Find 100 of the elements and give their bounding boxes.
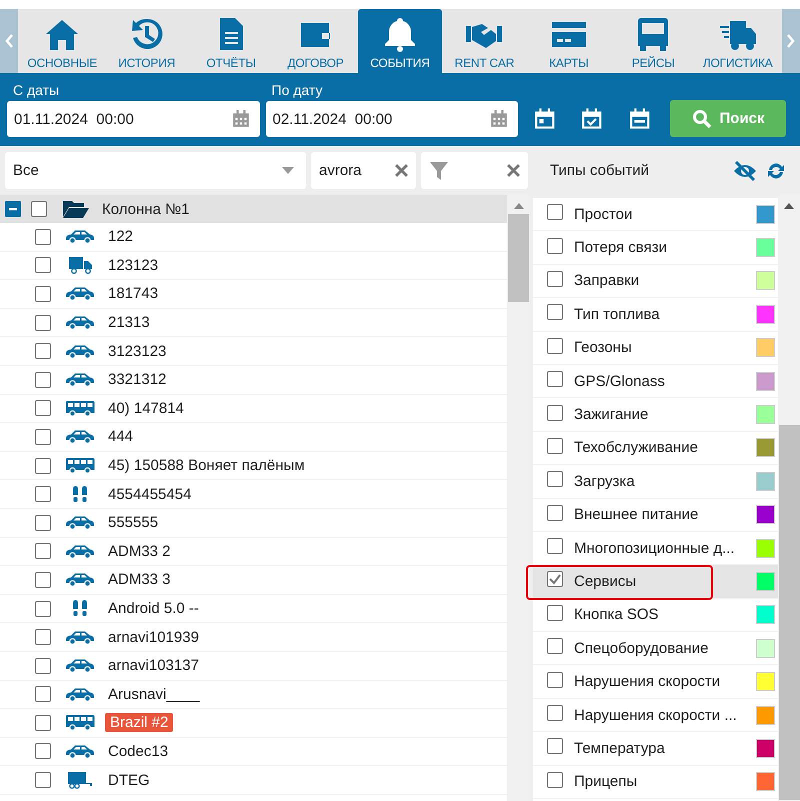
date-field[interactable]: 02.11.2024 00:00 [266,101,518,137]
checkbox[interactable] [547,705,563,722]
checkbox[interactable] [547,504,563,521]
checkbox[interactable] [35,600,51,617]
scrollbar-thumb[interactable] [778,425,800,800]
checkbox[interactable] [547,638,563,654]
checkbox[interactable] [35,658,51,674]
color-swatch[interactable] [756,304,775,324]
checkbox[interactable] [547,571,563,588]
vehicle-label[interactable]: arnavi103137 [108,657,199,674]
vehicle-label[interactable]: arnavi101939 [108,628,199,646]
checkbox[interactable] [35,400,51,416]
checkbox[interactable] [35,372,51,388]
color-swatch[interactable] [756,271,775,290]
color-swatch[interactable] [756,572,775,591]
vehicle-label[interactable]: 444 [108,428,134,446]
checkbox[interactable] [35,343,51,360]
calendar-day-icon[interactable] [534,108,556,130]
checkbox[interactable] [35,514,51,531]
checkbox[interactable] [35,257,51,274]
checkbox[interactable] [547,471,563,488]
checkbox[interactable] [35,428,51,445]
nav-tab[interactable]: ИСТОРИЯ [104,9,189,73]
vehicle-label[interactable]: ADM33 2 [108,542,171,560]
color-swatch[interactable] [756,338,775,358]
color-swatch[interactable] [756,672,775,692]
vehicle-label[interactable]: 555555 [108,514,158,532]
hidden-eye-icon[interactable] [733,160,757,180]
checkbox[interactable] [35,286,51,302]
checkbox[interactable] [547,238,563,254]
checkbox[interactable] [35,543,51,560]
nav-tab[interactable]: ОТЧЁТЫ [188,9,274,73]
color-swatch[interactable] [756,738,775,758]
checkbox[interactable] [35,486,51,502]
vehicle-label[interactable]: 123123 [108,256,158,274]
date-field[interactable]: 01.11.2024 00:00 [7,101,260,137]
checkbox[interactable] [547,371,563,388]
calendar-check-icon[interactable] [581,108,603,130]
color-swatch[interactable] [756,372,775,391]
checkbox[interactable] [35,772,51,788]
checkbox[interactable] [547,604,563,621]
group-dropdown[interactable]: Все [5,152,306,189]
checkbox[interactable] [35,314,51,331]
checkbox[interactable] [35,714,51,731]
nav-tab[interactable]: СОБЫТИЯ [358,9,442,73]
nav-tab[interactable]: RENT CAR [442,9,527,73]
color-swatch[interactable] [756,538,775,558]
name-filter-field[interactable]: avrora [311,152,416,189]
vehicle-label[interactable]: Arusnavi____ [108,686,200,703]
scroll-up-icon[interactable] [514,203,524,209]
checkbox[interactable] [31,201,47,217]
nav-tab[interactable]: ДОГОВОР [273,9,358,73]
color-swatch[interactable] [756,638,775,658]
checkbox[interactable] [35,629,51,646]
color-swatch[interactable] [756,505,775,524]
nav-tab[interactable]: ОСНОВНЫЕ [20,9,104,73]
filter-field[interactable] [421,152,528,189]
checkbox[interactable] [35,458,51,474]
vehicle-label[interactable]: 3321312 [108,371,166,388]
color-swatch[interactable] [756,405,775,424]
checkbox[interactable] [547,270,563,287]
vehicle-label[interactable]: 45) 150588 Воняет палёным [108,457,305,474]
vehicle-label[interactable]: Android 5.0 -- [108,600,199,618]
checkbox[interactable] [547,772,563,788]
nav-tab[interactable]: ЛОГИСТИКА [696,9,780,73]
vehicle-label[interactable]: 21313 [108,314,150,332]
vehicle-label[interactable]: 40) 147814 [108,400,184,417]
nav-tab[interactable]: КАРТЫ [526,9,612,73]
checkbox[interactable] [35,228,51,245]
vehicle-label[interactable]: 4554455454 [108,486,192,503]
checkbox[interactable] [547,438,563,454]
vehicle-label[interactable]: 122 [108,228,134,246]
vehicle-label[interactable]: 181743 [108,285,158,302]
checkbox[interactable] [35,572,51,588]
collapse-toggle[interactable] [5,201,21,217]
checkbox[interactable] [547,538,563,554]
checkbox[interactable] [547,204,563,220]
clear-icon[interactable] [507,164,520,177]
refresh-icon[interactable] [766,160,786,180]
checkbox[interactable] [547,404,563,421]
nav-tab[interactable]: РЕЙСЫ [611,9,696,73]
clear-icon[interactable] [395,164,408,177]
checkbox[interactable] [35,743,51,760]
color-swatch[interactable] [756,706,775,725]
checkbox[interactable] [547,304,563,320]
scrollbar[interactable] [507,195,530,801]
calendar-minus-icon[interactable] [628,108,650,130]
checkbox[interactable] [547,672,563,688]
color-swatch[interactable] [756,772,775,792]
vehicle-label[interactable]: Brazil #2 [105,713,174,732]
color-swatch[interactable] [756,438,775,458]
checkbox[interactable] [547,338,563,354]
vehicle-label[interactable]: 3123123 [108,342,166,360]
checkbox[interactable] [547,738,563,754]
vehicle-label[interactable]: ADM33 3 [108,571,171,588]
color-swatch[interactable] [756,472,775,491]
vehicle-label[interactable]: DTEG [108,772,150,789]
vehicle-label[interactable]: Codec13 [108,742,168,760]
checkbox[interactable] [35,686,51,702]
color-swatch[interactable] [756,605,775,624]
